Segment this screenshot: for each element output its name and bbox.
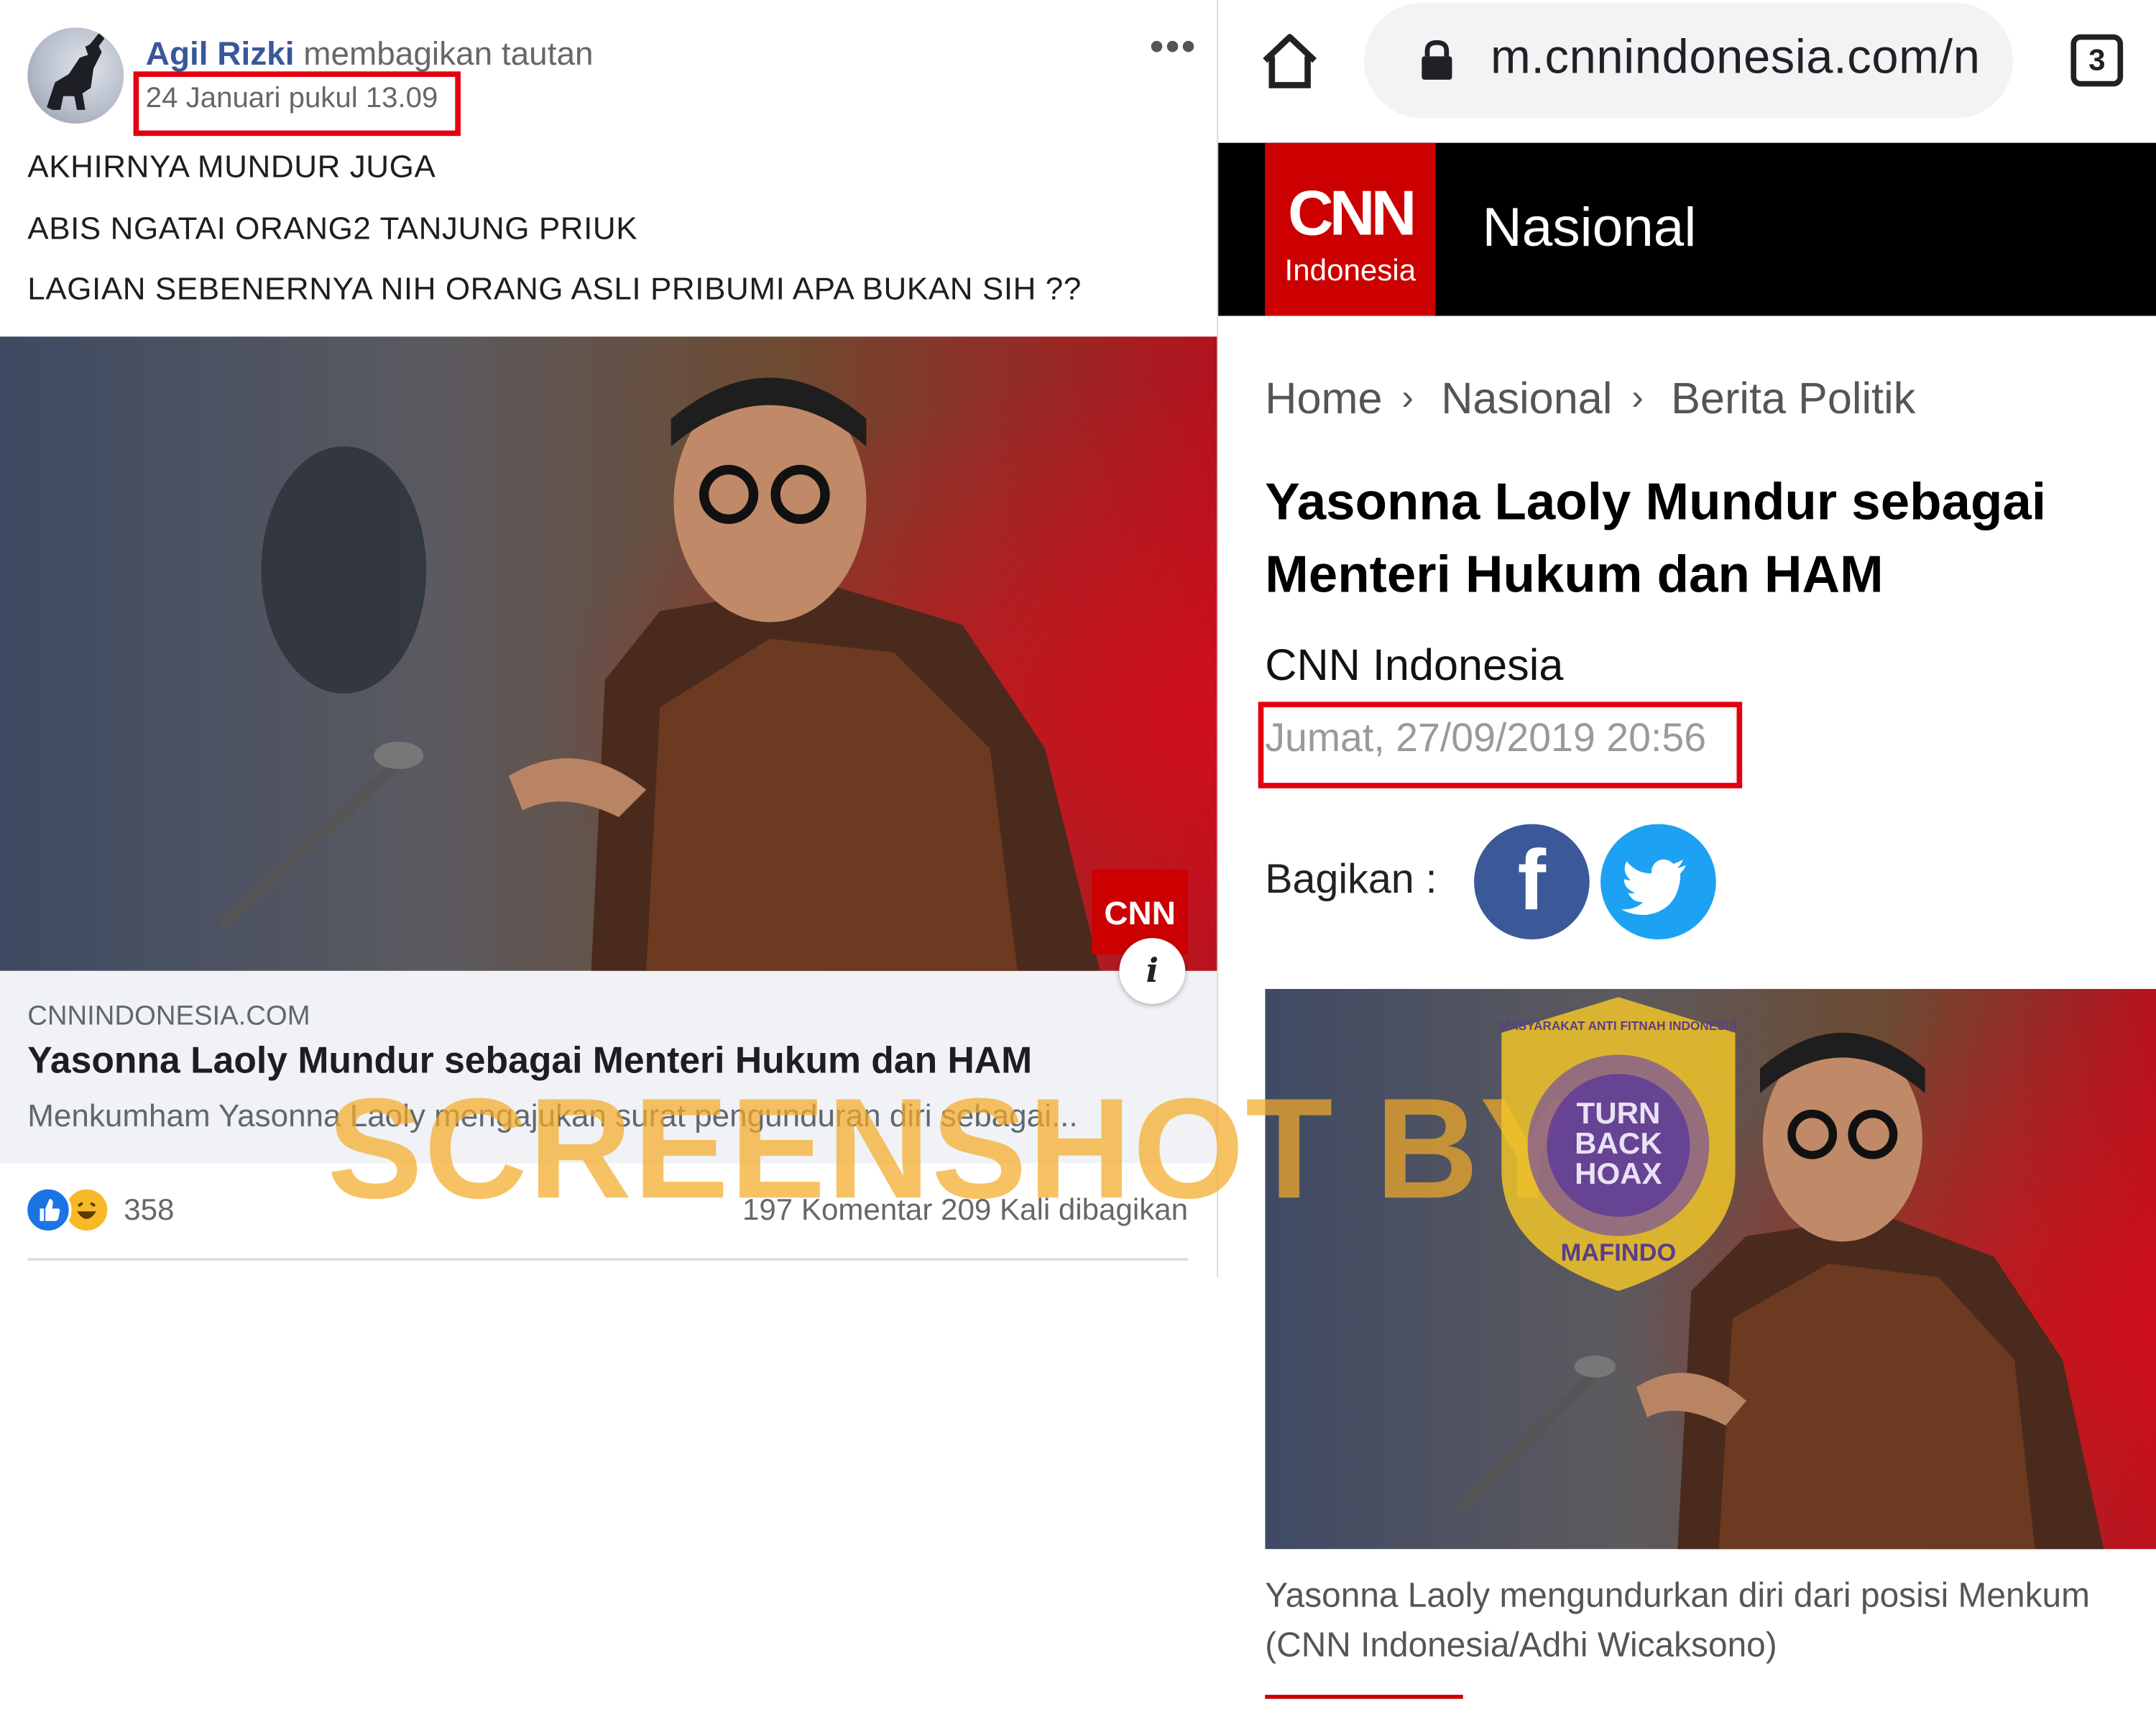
share-label: Bagikan : bbox=[1265, 857, 1437, 903]
info-icon[interactable]: i bbox=[1119, 938, 1186, 1004]
badge-ring-top: MASYARAKAT ANTI FITNAH INDONESIA bbox=[1499, 1018, 1738, 1033]
cnn-header: CNN Indonesia Nasional bbox=[1218, 142, 2156, 316]
badge-line-turn: TURN bbox=[1577, 1096, 1661, 1130]
caption-line-1: Yasonna Laoly mengundurkan diri dari pos… bbox=[1265, 1576, 2090, 1616]
screenshot-by-watermark: SCREENSHOT BY bbox=[327, 1070, 1577, 1230]
breadcrumb: Home › Nasional › Berita Politik bbox=[1265, 374, 1915, 425]
lock-icon bbox=[1422, 40, 1452, 80]
section-title[interactable]: Nasional bbox=[1483, 198, 1697, 259]
image-caption: Yasonna Laoly mengundurkan diri dari pos… bbox=[1265, 1571, 2090, 1670]
author-line: Agil Rizki membagikan tautan bbox=[146, 36, 594, 75]
author-name-link[interactable]: Agil Rizki bbox=[146, 36, 295, 73]
post-divider bbox=[27, 1258, 1189, 1261]
post-text-line-2: ABIS NGATAI ORANG2 TANJUNG PRIUK bbox=[27, 210, 638, 247]
caption-line-2: (CNN Indonesia/Adhi Wicaksono) bbox=[1265, 1626, 1777, 1665]
facebook-share-button[interactable]: f bbox=[1474, 824, 1590, 939]
home-icon[interactable] bbox=[1260, 30, 1320, 91]
turnbackhoax-badge: TURN BACK HOAX MASYARAKAT ANTI FITNAH IN… bbox=[1499, 997, 1738, 1292]
twitter-icon bbox=[1621, 859, 1686, 915]
section-underline bbox=[1265, 1694, 1463, 1699]
cnn-indonesia-logo[interactable]: CNN Indonesia bbox=[1265, 142, 1436, 316]
breadcrumb-nasional[interactable]: Nasional bbox=[1441, 374, 1612, 423]
horse-rider-icon bbox=[47, 32, 105, 110]
breadcrumb-home[interactable]: Home bbox=[1265, 374, 1382, 423]
reaction-count: 358 bbox=[124, 1192, 175, 1227]
author-avatar[interactable] bbox=[27, 27, 124, 124]
svg-text:CNN: CNN bbox=[1104, 894, 1175, 932]
date-highlight-box bbox=[1258, 702, 1743, 788]
badge-ring-bottom: MAFINDO bbox=[1561, 1239, 1677, 1266]
twitter-share-button[interactable] bbox=[1600, 824, 1716, 939]
share-action-text: membagikan tautan bbox=[294, 35, 594, 73]
tab-switcher-button[interactable]: 3 bbox=[2070, 34, 2124, 87]
chevron-right-icon: › bbox=[1631, 376, 1644, 418]
facebook-icon: f bbox=[1517, 833, 1547, 929]
logo-subtitle: Indonesia bbox=[1284, 252, 1416, 288]
chevron-right-icon: › bbox=[1401, 376, 1414, 418]
article-headline: Yasonna Laoly Mundur sebagai Menteri Huk… bbox=[1265, 474, 2047, 604]
address-bar[interactable]: m.cnnindonesia.com/n bbox=[1363, 2, 2014, 119]
post-text-line-1: AKHIRNYA MUNDUR JUGA bbox=[27, 148, 436, 185]
post-text-line-3: LAGIAN SEBENERNYA NIH ORANG ASLI PRIBUMI… bbox=[27, 270, 1082, 307]
breadcrumb-berita-politik[interactable]: Berita Politik bbox=[1671, 374, 1915, 423]
more-options-icon[interactable]: ••• bbox=[1150, 24, 1197, 71]
link-preview-image[interactable]: CNN bbox=[0, 336, 1219, 971]
badge-line-back: BACK bbox=[1575, 1126, 1662, 1160]
badge-line-hoax: HOAX bbox=[1575, 1156, 1662, 1190]
article-byline: CNN Indonesia bbox=[1265, 640, 1564, 690]
article-photo: CNN bbox=[0, 336, 1219, 971]
link-domain: CNNINDONESIA.COM bbox=[27, 1000, 310, 1032]
cnn-article-page: m.cnnindonesia.com/n 3 CNN Indonesia Nas… bbox=[1218, 0, 2156, 1725]
url-text[interactable]: m.cnnindonesia.com/n bbox=[1491, 30, 1981, 85]
like-icon bbox=[24, 1186, 72, 1233]
timestamp-highlight-box bbox=[133, 71, 461, 137]
logo-mark: CNN bbox=[1288, 177, 1416, 249]
